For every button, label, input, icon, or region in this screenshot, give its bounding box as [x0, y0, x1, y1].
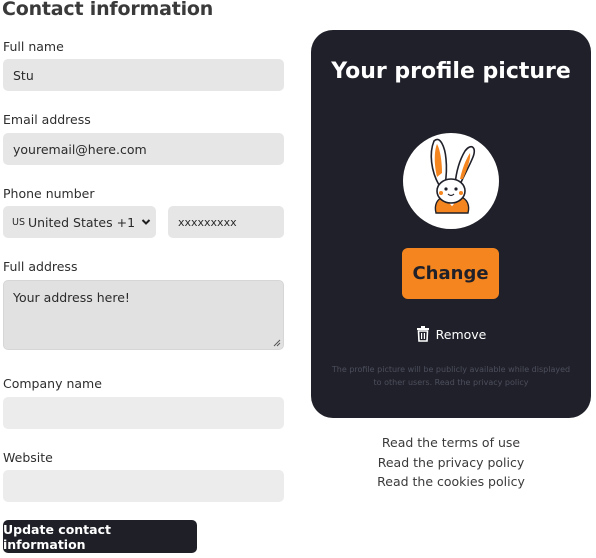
address-textarea[interactable]: Your address here!: [3, 280, 284, 350]
full-name-label: Full name: [3, 39, 64, 54]
country-name: United States +1: [27, 214, 136, 230]
remove-label: Remove: [435, 326, 487, 342]
privacy-note: The profile picture will be publicly ava…: [331, 365, 571, 387]
full-name-input[interactable]: Stu: [3, 59, 284, 91]
address-text: Your address here!: [13, 290, 130, 305]
rabbit-mascot-icon: [430, 138, 476, 214]
chevron-down-icon: [141, 219, 151, 225]
company-label: Company name: [3, 376, 102, 391]
resize-grip-icon[interactable]: [273, 339, 281, 347]
website-label: Website: [3, 450, 53, 465]
trash-icon: [416, 326, 429, 342]
website-input[interactable]: [3, 470, 284, 502]
change-picture-button[interactable]: Change: [402, 248, 499, 299]
policy-links: Read the terms of use Read the privacy p…: [311, 433, 591, 492]
country-select[interactable]: US United States +1: [3, 206, 156, 238]
country-code: US: [12, 216, 25, 228]
terms-link[interactable]: Read the terms of use: [311, 433, 591, 453]
email-label: Email address: [3, 112, 91, 127]
update-contact-button[interactable]: Update contact information: [3, 520, 197, 553]
phone-number-input[interactable]: xxxxxxxxx: [168, 206, 284, 238]
profile-card-title: Your profile picture: [331, 59, 571, 84]
profile-picture-card: Your profile picture Change Remove The p…: [311, 30, 591, 418]
address-label: Full address: [3, 259, 78, 274]
privacy-link[interactable]: Read the privacy policy: [311, 453, 591, 473]
avatar: [403, 133, 499, 229]
cookies-link[interactable]: Read the cookies policy: [311, 472, 591, 492]
page-title: Contact information: [2, 0, 214, 20]
phone-label: Phone number: [3, 186, 95, 201]
remove-picture-button[interactable]: Remove: [311, 326, 591, 342]
email-input[interactable]: youremail@here.com: [3, 133, 284, 165]
company-input[interactable]: [3, 397, 284, 429]
